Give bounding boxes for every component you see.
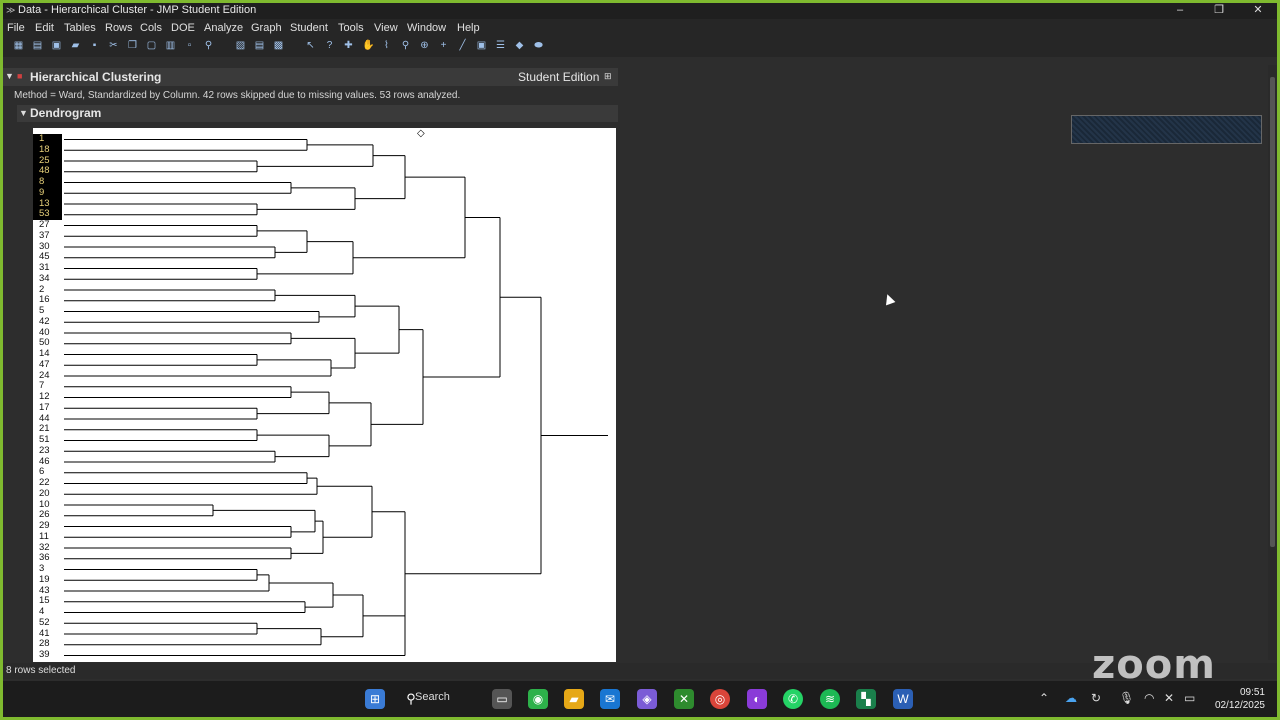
journal-icon[interactable]: ▥ [165, 40, 176, 51]
student-edition-label: Student Edition [518, 70, 600, 84]
red-triangle-menu-icon[interactable]: ■ [17, 71, 22, 81]
onedrive-icon[interactable]: ☁ [1065, 691, 1077, 705]
folder-icon[interactable]: ▰ [70, 40, 81, 51]
taskbar: ⊞ ⚲ Search ▭ ◉ ▰ ✉ ◈ ✕ ◎ ◐ ✆ ≋ ▚ W ⌃ ☁ ↻… [3, 681, 1277, 717]
outlook-icon[interactable]: ✉ [600, 689, 620, 709]
copy-icon[interactable]: ❐ [127, 40, 138, 51]
toolbar: ▦ ▤ ▣ ▰ ▪ ✂ ❐ ▢ ▥ ▫ ⚲ ▧ ▤ ▩ ↖ ? ✚ ✋ ⌇ ⚲ … [3, 37, 1277, 57]
polygon-tool-icon[interactable]: ◆ [514, 40, 525, 51]
report-area: ▼ ■ Hierarchical Clustering Student Edit… [3, 62, 1269, 662]
overview-box [1071, 115, 1262, 144]
chrome-icon[interactable]: ◎ [710, 689, 730, 709]
menu-bar: File Edit Tables Rows Cols DOE Analyze G… [3, 19, 1277, 37]
restore-button[interactable]: ❐ [1209, 3, 1229, 17]
microphone-icon[interactable]: 🎙 [1119, 691, 1134, 705]
status-bar: 8 rows selected [3, 663, 1277, 679]
status-text: 8 rows selected [6, 665, 76, 676]
taskbar-search-label[interactable]: Search [415, 691, 450, 703]
line-tool-icon[interactable]: ╱ [457, 40, 468, 51]
table-icon[interactable]: ▤ [254, 40, 265, 51]
new-table-icon[interactable]: ▦ [13, 40, 24, 51]
clock-date: 02/12/2025 [1214, 700, 1265, 711]
whatsapp-icon[interactable]: ✆ [783, 689, 803, 709]
start-icon[interactable]: ⊞ [365, 689, 385, 709]
annotate-tool-icon[interactable]: ▣ [476, 40, 487, 51]
window-title: Data - Hierarchical Cluster - JMP Studen… [18, 4, 257, 16]
arrow-tool-icon[interactable]: ↖ [305, 40, 316, 51]
line-app-icon[interactable]: ◉ [528, 689, 548, 709]
report-title: Hierarchical Clustering [30, 70, 162, 84]
zoom-tool-icon[interactable]: ⊕ [419, 40, 430, 51]
battery-icon[interactable]: ▭ [1184, 691, 1195, 705]
file-explorer-icon[interactable]: ▰ [564, 689, 584, 709]
jmp-logo-icon: ≫ [6, 5, 16, 15]
volume-muted-icon[interactable]: ✕ [1164, 691, 1174, 705]
hand-tool-icon[interactable]: ✋ [362, 40, 374, 51]
crosshair-tool-icon[interactable]: ✚ [343, 40, 354, 51]
dendrogram-title: Dendrogram [30, 106, 102, 120]
new-script-icon[interactable]: ▤ [32, 40, 43, 51]
hierarchical-clustering-header[interactable]: ▼ ■ Hierarchical Clustering Student Edit… [3, 68, 618, 86]
task-view-icon[interactable]: ▭ [492, 689, 512, 709]
menu-window[interactable]: Window [407, 22, 446, 34]
lock-icon[interactable]: ▫ [184, 40, 195, 51]
save-icon[interactable]: ▪ [89, 40, 100, 51]
menu-tables[interactable]: Tables [64, 22, 96, 34]
search-icon[interactable]: ⚲ [203, 40, 214, 51]
menu-graph[interactable]: Graph [251, 22, 282, 34]
menu-tools[interactable]: Tools [338, 22, 364, 34]
dendrogram-header[interactable]: ▼ Dendrogram [17, 105, 618, 122]
menu-analyze[interactable]: Analyze [204, 22, 243, 34]
separator-tool-icon[interactable]: ☰ [495, 40, 506, 51]
menu-edit[interactable]: Edit [35, 22, 54, 34]
lasso-tool-icon[interactable]: ⚲ [400, 40, 411, 51]
method-note: Method = Ward, Standardized by Column. 4… [14, 90, 461, 101]
open-icon[interactable]: ▣ [51, 40, 62, 51]
word-icon[interactable]: W [893, 689, 913, 709]
clock-time: 09:51 [1239, 687, 1265, 698]
oval-tool-icon[interactable]: ⬬ [533, 40, 544, 51]
disclosure-triangle-icon[interactable]: ▼ [5, 71, 14, 81]
menu-help[interactable]: Help [457, 22, 480, 34]
copilot-icon[interactable]: ◈ [637, 689, 657, 709]
cut-icon[interactable]: ✂ [108, 40, 119, 51]
wifi-icon[interactable]: ◠ [1144, 691, 1154, 705]
title-bar: ≫ Data - Hierarchical Cluster - JMP Stud… [3, 3, 1277, 19]
clock[interactable]: 09:51 02/12/2025 [1215, 686, 1265, 712]
help-tool-icon[interactable]: ? [324, 40, 335, 51]
spotify-icon[interactable]: ≋ [820, 689, 840, 709]
close-button[interactable]: ✕ [1248, 3, 1268, 17]
vertical-scrollbar[interactable] [1268, 65, 1277, 660]
brush-tool-icon[interactable]: ⌇ [381, 40, 392, 51]
menu-rows[interactable]: Rows [105, 22, 133, 34]
sync-icon[interactable]: ↻ [1091, 691, 1101, 705]
menu-view[interactable]: View [374, 22, 398, 34]
layout-icon[interactable]: ▧ [235, 40, 246, 51]
scroll-thumb[interactable] [1270, 77, 1275, 547]
expand-icon[interactable]: ⊞ [604, 71, 612, 82]
xbox-icon[interactable]: ✕ [674, 689, 694, 709]
menu-doe[interactable]: DOE [171, 22, 195, 34]
chevron-up-icon[interactable]: ⌃ [1039, 691, 1049, 705]
disclosure-triangle-icon[interactable]: ▼ [19, 108, 28, 118]
menu-cols[interactable]: Cols [140, 22, 162, 34]
plus-tool-icon[interactable]: + [438, 40, 449, 51]
app-icon[interactable]: ◐ [747, 689, 767, 709]
image-icon[interactable]: ▩ [273, 40, 284, 51]
dendrogram-plot[interactable]: 1 18 25 48 8 9 13 53 27 37 30 45 31 34 2 16 5 42 40 50 14 47 2… [33, 128, 616, 662]
paste-icon[interactable]: ▢ [146, 40, 157, 51]
jmp-icon[interactable]: ▚ [856, 689, 876, 709]
dendrogram-tree [64, 139, 608, 656]
minimize-button[interactable]: – [1170, 3, 1190, 17]
menu-student[interactable]: Student [290, 22, 328, 34]
menu-file[interactable]: File [7, 22, 25, 34]
